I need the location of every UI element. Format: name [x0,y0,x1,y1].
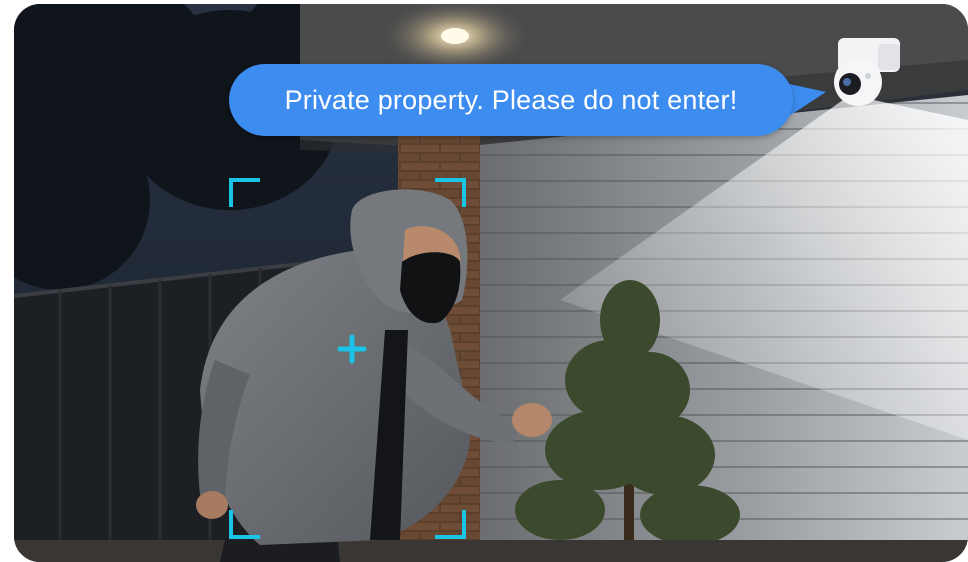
speech-bubble: Private property. Please do not enter! [229,64,793,136]
